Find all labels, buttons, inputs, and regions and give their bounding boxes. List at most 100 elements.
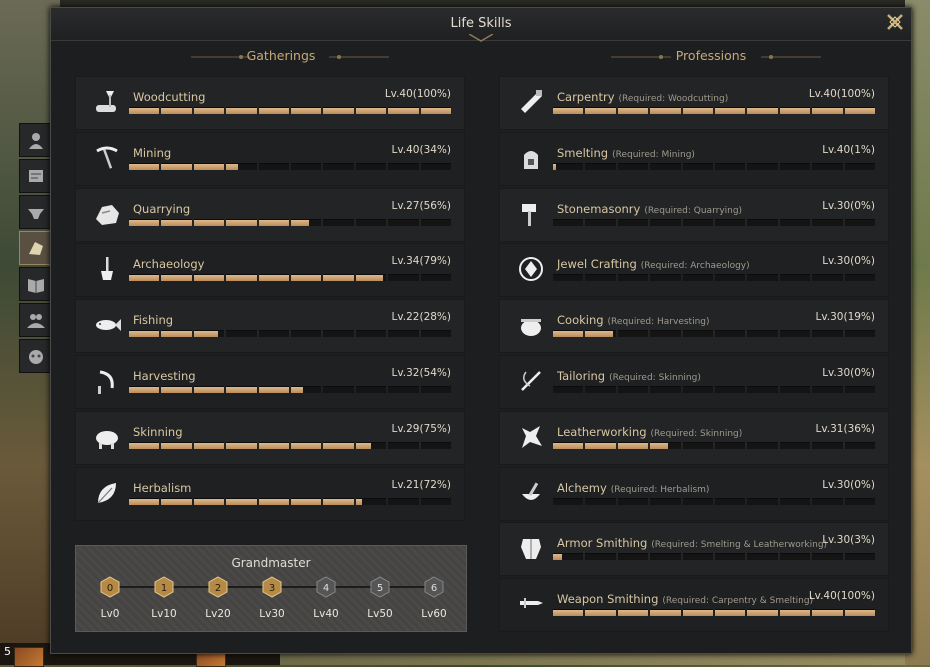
progress-segment: [779, 107, 811, 114]
progress-segment: [682, 497, 713, 505]
grandmaster-badge-number: 0: [107, 583, 113, 594]
skill-row-stonemasonry[interactable]: Stonemasonry (Required: Quarrying) Lv.30(0…: [499, 187, 889, 242]
progress-segment: [129, 107, 160, 114]
progress-segment: [617, 107, 649, 114]
progress-segment: [779, 162, 811, 170]
progress-segment: [650, 218, 681, 226]
skill-row-quarrying[interactable]: Quarrying Lv.27(56%): [75, 187, 465, 242]
progress-segment: [747, 386, 778, 393]
grandmaster-badge-icon[interactable]: 2: [207, 576, 229, 598]
skill-level-value: Lv.40: [384, 88, 413, 100]
skill-name: Leatherworking (Required: Skinning): [557, 425, 742, 439]
skill-name: Skinning: [133, 425, 183, 439]
progress-segment: [715, 386, 746, 393]
progress-segment: [844, 218, 875, 226]
skill-row-tailoring[interactable]: Tailoring (Required: Skinning) Lv.30(0%): [499, 355, 889, 409]
skill-row-woodcutting[interactable]: Woodcutting Lv.40(100%): [75, 76, 465, 130]
grandmaster-badge-icon[interactable]: 3: [261, 576, 283, 598]
progress-segment: [161, 107, 192, 114]
gatherings-header: Gatherings: [246, 48, 316, 63]
close-icon[interactable]: [883, 12, 907, 36]
progress-bar: [553, 609, 875, 617]
side-tab-character-bust[interactable]: [19, 123, 53, 157]
skill-row-harvesting[interactable]: Harvesting Lv.32(54%): [75, 355, 465, 409]
skill-name-text: Carpentry: [557, 90, 615, 104]
map-scroll-icon: [29, 170, 43, 182]
progress-segment: [420, 497, 451, 505]
progress-segment: [226, 497, 257, 505]
progress-segment: [747, 330, 778, 338]
skill-row-carpentry[interactable]: Carpentry (Required: Woodcutting) Lv.40(10…: [499, 76, 889, 130]
skill-level-percent: (34%): [419, 143, 451, 156]
progress-bar: [129, 107, 451, 114]
progress-segment: [355, 162, 387, 170]
skill-level-value: Lv.40: [808, 590, 837, 603]
skill-row-archaeology[interactable]: Archaeology Lv.34(79%): [75, 243, 465, 298]
skill-requirement: (Required: Carpentry & Smelting): [662, 596, 814, 607]
progress-segment: [715, 162, 746, 170]
progress-segment: [258, 107, 289, 114]
grandmaster-badge-number: 5: [377, 583, 383, 594]
skill-level-percent: (28%): [419, 311, 451, 324]
progress-segment: [388, 441, 419, 449]
progress-segment: [553, 330, 584, 338]
progress-segment: [747, 441, 778, 449]
progress-bar: [553, 497, 875, 505]
progress-segment: [355, 441, 387, 449]
skill-level: Lv.40(34%): [392, 144, 451, 156]
skill-row-fishing[interactable]: Fishing Lv.22(28%): [75, 299, 465, 354]
progress-segment: [291, 497, 322, 505]
progress-segment: [388, 162, 419, 170]
skill-level-percent: (75%): [419, 422, 451, 435]
skill-row-herbalism[interactable]: Herbalism Lv.21(72%): [75, 466, 465, 521]
skill-level-value: Lv.40: [391, 143, 420, 156]
skill-row-mining[interactable]: Mining Lv.40(34%): [75, 131, 465, 186]
skill-row-jewel-crafting[interactable]: Jewel Crafting (Required: Archaeology) Lv.…: [499, 243, 889, 298]
hide-icon: [522, 425, 542, 448]
skill-row-weapon-smithing[interactable]: Weapon Smithing (Required: Carpentry & Sm…: [499, 578, 889, 633]
skill-icon-wrapper: [92, 254, 122, 284]
skill-row-smelting[interactable]: Smelting (Required: Mining) Lv.40(1%): [499, 131, 889, 186]
progress-segment: [193, 107, 225, 114]
progress-bar: [129, 330, 451, 338]
progress-segment: [323, 330, 354, 338]
saw-icon: [521, 90, 542, 113]
progress-segment: [585, 107, 616, 114]
grandmaster-badge-icon[interactable]: 5: [369, 576, 391, 598]
progress-segment: [715, 497, 746, 505]
skill-row-skinning[interactable]: Skinning Lv.29(75%): [75, 410, 465, 465]
progress-segment: [553, 497, 584, 505]
stone-icon: [96, 204, 119, 225]
progress-segment: [553, 386, 584, 393]
side-tab-party[interactable]: [19, 303, 53, 337]
side-tab-anvil[interactable]: [19, 195, 53, 229]
progress-bar: [129, 162, 451, 170]
title-bar[interactable]: Life Skills: [51, 8, 911, 42]
side-tab-map-scroll[interactable]: [19, 159, 53, 193]
skill-level-value: Lv.29: [391, 422, 420, 435]
progress-segment: [585, 553, 616, 561]
progress-segment: [650, 497, 681, 505]
side-tab-life-skills[interactable]: [19, 231, 53, 265]
skill-name: Armor Smithing (Required: Smelting & Leat…: [557, 536, 827, 550]
grandmaster-badge-icon[interactable]: 4: [315, 576, 337, 598]
side-tab-book[interactable]: [19, 267, 53, 301]
progress-segment: [323, 497, 354, 505]
progress-segment: [779, 497, 811, 505]
grandmaster-badge-icon[interactable]: 0: [99, 576, 121, 598]
hotbar-slot[interactable]: [14, 647, 44, 667]
grandmaster-badge-icon[interactable]: 6: [423, 576, 445, 598]
progress-segment: [226, 274, 257, 282]
progress-bar: [553, 107, 875, 114]
progress-segment: [355, 497, 387, 505]
skill-name-text: Armor Smithing: [557, 536, 648, 551]
skill-row-armor-smithing[interactable]: Armor Smithing (Required: Smelting & Leat…: [499, 522, 889, 577]
skill-row-alchemy[interactable]: Alchemy (Required: Herbalism) Lv.30(0%): [499, 466, 889, 521]
progress-segment: [747, 553, 778, 561]
progress-segment: [779, 218, 811, 226]
side-tab-pet[interactable]: [19, 339, 53, 373]
skill-row-leatherworking[interactable]: Leatherworking (Required: Skinning) Lv.31(…: [499, 410, 889, 465]
grandmaster-badge-icon[interactable]: 1: [153, 576, 175, 598]
axe-log-icon: [96, 91, 116, 112]
skill-row-cooking[interactable]: Cooking (Required: Harvesting) Lv.30(19%): [499, 299, 889, 354]
